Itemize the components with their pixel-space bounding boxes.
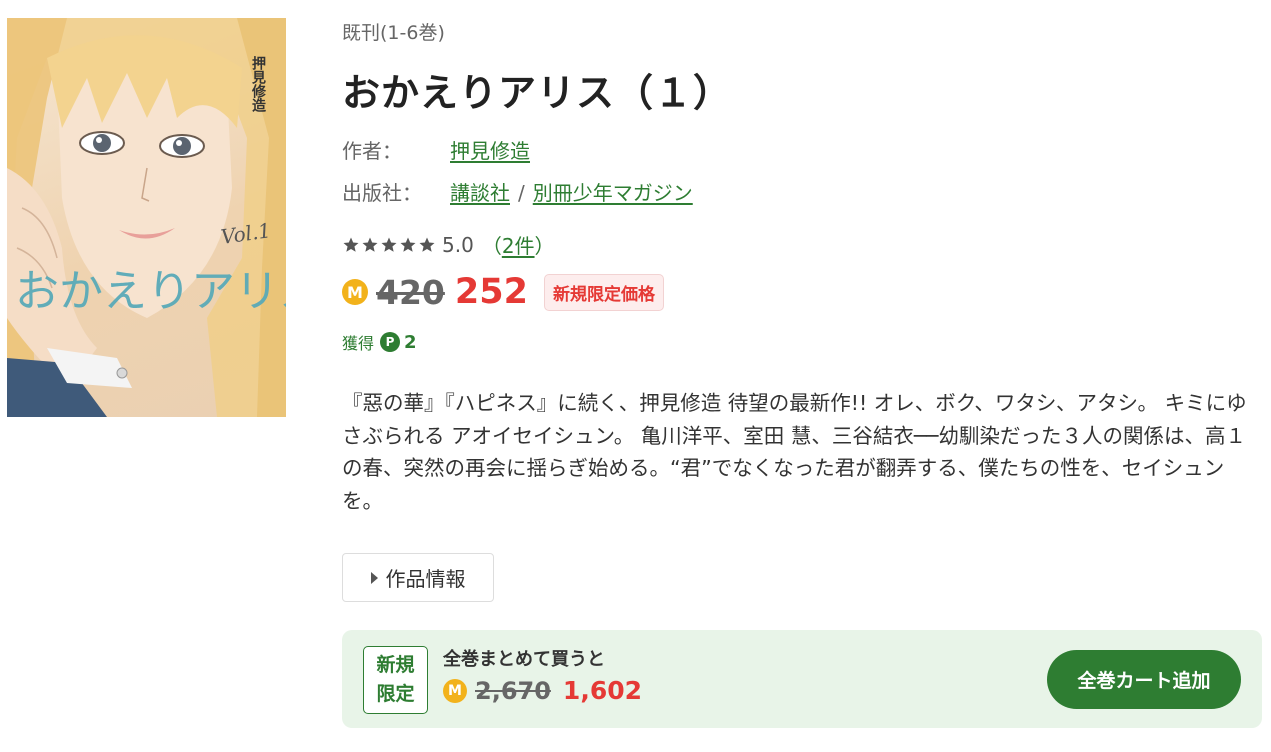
review-paren-close: ） xyxy=(534,234,555,258)
points-value: 2 xyxy=(404,331,417,353)
product-description: 『惡の華』『ハピネス』に続く、押見修造 待望の最新作!! オレ、ボク、ワタシ、ア… xyxy=(342,391,1247,513)
rating-value: 5.0 xyxy=(442,232,474,257)
bundle-purchase-panel: 新規 限定 全巻まとめて買うと M 2,670 1,602 全巻カート追加 xyxy=(342,630,1262,728)
publisher-row: 出版社： 講談社 / 別冊少年マガジン xyxy=(342,177,693,206)
star-icon xyxy=(362,237,378,252)
bundle-price-row: M 2,670 1,602 xyxy=(443,676,642,705)
rating-row: 5.0 （2件） xyxy=(342,230,555,259)
publisher-link[interactable]: 講談社 xyxy=(450,181,510,205)
badge-line-1: 新規 xyxy=(376,654,415,676)
review-paren-open: （ xyxy=(481,234,502,258)
original-price: 420 xyxy=(376,272,445,312)
points-row: 獲得 P 2 xyxy=(342,330,417,354)
cover-illustration: おかえりアリス Vol.1 押見修造 xyxy=(7,18,286,417)
star-icon xyxy=(419,237,435,252)
series-volume-note: 既刊(1-6巻) xyxy=(342,22,445,44)
cover-author-vertical: 押見修造 xyxy=(250,55,267,113)
page-title: おかえりアリス（１） xyxy=(342,71,733,115)
points-label: 獲得 xyxy=(342,334,375,353)
author-row: 作者： 押見修造 xyxy=(342,135,530,164)
caret-right-icon xyxy=(370,571,378,584)
coin-icon: M xyxy=(443,678,467,703)
bundle-sale-price: 1,602 xyxy=(562,676,642,705)
points-icon: P xyxy=(380,332,401,352)
star-icon xyxy=(343,237,359,252)
svg-text:押見修造: 押見修造 xyxy=(250,55,267,113)
magazine-label-link[interactable]: 別冊少年マガジン xyxy=(533,181,693,205)
work-info-toggle-label: 作品情報 xyxy=(385,569,466,591)
bundle-original-price: 2,670 xyxy=(475,676,551,705)
review-count-link[interactable]: 2件 xyxy=(502,230,535,259)
limited-price-badge: 新規限定価格 xyxy=(543,273,664,311)
star-rating xyxy=(342,236,436,254)
book-cover-image[interactable]: おかえりアリス Vol.1 押見修造 xyxy=(7,18,286,417)
bundle-label: 全巻まとめて買うと xyxy=(443,649,605,670)
work-info-toggle-button[interactable]: 作品情報 xyxy=(342,553,494,602)
price-row: M 420 252 新規限定価格 xyxy=(342,272,664,312)
author-label: 作者： xyxy=(342,139,402,163)
star-icon xyxy=(381,237,397,252)
product-detail: 既刊(1-6巻) おかえりアリス（１） 作者： 押見修造 出版社： 講談社 / 別冊少年… xyxy=(342,0,1262,752)
sale-price: 252 xyxy=(454,272,528,312)
new-user-limited-badge: 新規 限定 xyxy=(363,646,428,714)
star-icon xyxy=(400,237,416,252)
author-link[interactable]: 押見修造 xyxy=(450,139,530,163)
cover-title-art: おかえりアリス xyxy=(15,266,286,317)
coin-icon: M xyxy=(342,279,368,305)
publisher-separator: / xyxy=(518,181,525,205)
add-all-volumes-to-cart-button[interactable]: 全巻カート追加 xyxy=(1047,650,1241,709)
publisher-label: 出版社： xyxy=(342,181,422,205)
badge-line-2: 限定 xyxy=(376,683,415,705)
